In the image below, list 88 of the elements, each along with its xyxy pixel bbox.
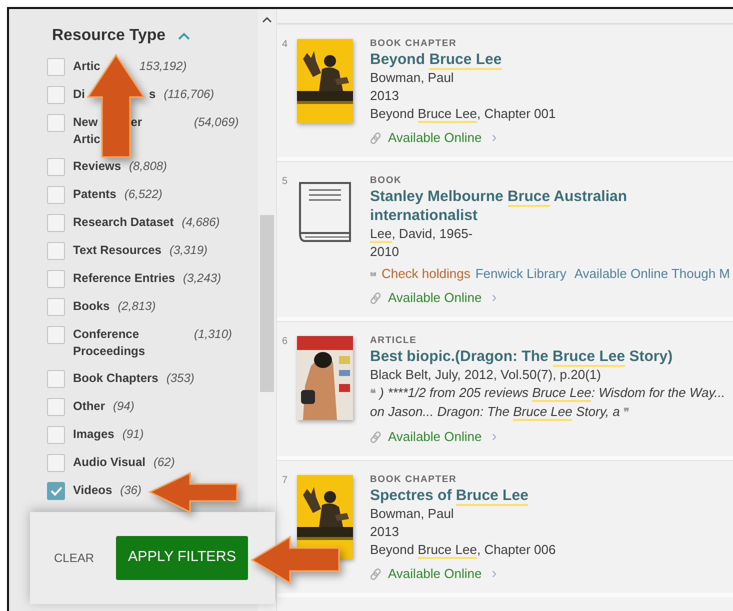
result-number: 4 bbox=[282, 38, 289, 52]
filter-label[interactable]: Conference Proceedings bbox=[73, 326, 186, 360]
availability-link[interactable]: Available Online bbox=[388, 565, 482, 583]
result-detail: 2013 bbox=[370, 87, 400, 105]
filter-label[interactable]: Images bbox=[73, 426, 114, 443]
filter-label[interactable]: Text Resources bbox=[73, 242, 162, 259]
result-title[interactable]: Best biopic.(Dragon: The Bruce Lee Story) bbox=[370, 347, 733, 366]
checkbox[interactable] bbox=[47, 426, 65, 444]
resource-type: BOOK CHAPTER bbox=[370, 473, 458, 486]
checkbox[interactable] bbox=[47, 158, 65, 176]
result-number: 6 bbox=[282, 335, 289, 349]
result-detail: Beyond Bruce Lee, Chapter 006 bbox=[370, 541, 557, 559]
availability-link[interactable]: Available Online bbox=[388, 428, 482, 446]
clear-button[interactable]: CLEAR bbox=[54, 549, 94, 567]
facet-heading[interactable]: Resource Type bbox=[52, 25, 166, 47]
filter-label[interactable]: Di bbox=[73, 87, 85, 101]
result-count: (3,319) bbox=[169, 242, 208, 259]
caret-icon[interactable] bbox=[178, 32, 190, 40]
result-detail: Lee, David, 1965- bbox=[370, 225, 474, 243]
result-detail: Bowman, Paul bbox=[370, 69, 455, 87]
holdings-status: Check holdings bbox=[381, 265, 470, 283]
result-title[interactable]: Beyond Bruce Lee bbox=[370, 50, 733, 69]
holdings-link[interactable]: Available Online Though M bbox=[574, 265, 730, 283]
result-count: 153,192) bbox=[139, 58, 187, 75]
filter-label[interactable]: Other bbox=[73, 398, 106, 415]
filter-label[interactable]: New bbox=[73, 115, 98, 129]
filter-label[interactable]: er bbox=[130, 115, 142, 129]
link-icon bbox=[370, 292, 382, 304]
filter-label[interactable]: Artic bbox=[73, 59, 100, 73]
result-count: (6,522) bbox=[124, 186, 162, 203]
result-title[interactable]: Stanley Melbourne Bruce Australian internationalist bbox=[370, 187, 733, 225]
apply-filters-button[interactable]: APPLY FILTERS bbox=[116, 536, 248, 580]
result-detail: Beyond Bruce Lee, Chapter 001 bbox=[370, 105, 557, 123]
result-count: (54,069) bbox=[194, 114, 239, 131]
checkbox[interactable] bbox=[47, 398, 65, 416]
result-count: (116,706) bbox=[164, 86, 214, 103]
result-number: 7 bbox=[282, 474, 289, 488]
result-count: (353) bbox=[166, 370, 194, 387]
result-count: (4,686) bbox=[182, 214, 220, 231]
filter-label[interactable]: Books bbox=[73, 298, 110, 315]
checkbox[interactable] bbox=[47, 242, 65, 260]
resource-type: BOOK CHAPTER bbox=[370, 37, 458, 50]
filter-label[interactable]: Patents bbox=[73, 186, 116, 203]
filter-label[interactable]: Artic bbox=[73, 131, 186, 148]
availability-link[interactable]: Available Online bbox=[388, 129, 482, 147]
result-detail: Black Belt, July, 2012, Vol.50(7), p.20(1) bbox=[370, 366, 602, 384]
scroll-thumb[interactable] bbox=[260, 215, 274, 392]
resource-type: BOOK bbox=[370, 174, 403, 187]
filter-label[interactable]: Audio Visual bbox=[73, 454, 146, 471]
result-count: (1,310) bbox=[194, 326, 232, 343]
link-icon bbox=[370, 568, 382, 580]
result-detail: 2013 bbox=[370, 523, 400, 541]
checkbox[interactable] bbox=[47, 214, 65, 232]
resource-type: ARTICLE bbox=[370, 334, 418, 347]
filter-label[interactable]: Reference Entries bbox=[73, 270, 176, 287]
holdings-link[interactable]: Fenwick Library bbox=[475, 265, 566, 283]
checkbox[interactable] bbox=[47, 58, 65, 76]
checkbox[interactable] bbox=[47, 454, 65, 472]
availability-link[interactable]: Available Online bbox=[388, 289, 482, 307]
checkbox[interactable] bbox=[47, 186, 65, 204]
result-count: (8,808) bbox=[129, 158, 168, 175]
result-count: (3,243) bbox=[183, 270, 222, 287]
filter-label[interactable]: s bbox=[149, 87, 156, 101]
result-number: 5 bbox=[282, 175, 289, 189]
checkbox[interactable] bbox=[47, 298, 65, 316]
result-count: (36) bbox=[120, 482, 142, 499]
checkbox[interactable] bbox=[47, 370, 65, 388]
filter-label[interactable]: Book Chapters bbox=[73, 370, 158, 387]
checkbox[interactable] bbox=[47, 326, 65, 344]
filter-label[interactable]: Reviews bbox=[73, 158, 122, 175]
checkbox[interactable] bbox=[47, 270, 65, 288]
checkmark-icon bbox=[50, 486, 62, 496]
result-detail: Bowman, Paul bbox=[370, 505, 455, 523]
checkbox[interactable] bbox=[47, 114, 65, 132]
checkbox[interactable] bbox=[47, 482, 65, 500]
filter-label[interactable]: Research Dataset bbox=[73, 214, 174, 231]
checkbox[interactable] bbox=[47, 86, 65, 104]
result-count: (2,813) bbox=[118, 298, 156, 315]
book-icon bbox=[297, 180, 353, 244]
result-count: (62) bbox=[153, 454, 175, 471]
filter-label[interactable]: Videos bbox=[73, 482, 112, 499]
result-count: (94) bbox=[113, 398, 134, 415]
result-detail: 2010 bbox=[370, 243, 400, 261]
result-count: (91) bbox=[122, 426, 144, 443]
result-title[interactable]: Spectres of Bruce Lee bbox=[370, 486, 733, 505]
link-icon bbox=[370, 431, 382, 443]
snippet-text: ❝ ) ****1/2 from 205 reviews Bruce Lee: Wisdom for the Way... on Jason... Dragon: The Bruce Lee Story, a ❞ bbox=[370, 384, 726, 422]
link-icon bbox=[370, 132, 382, 144]
